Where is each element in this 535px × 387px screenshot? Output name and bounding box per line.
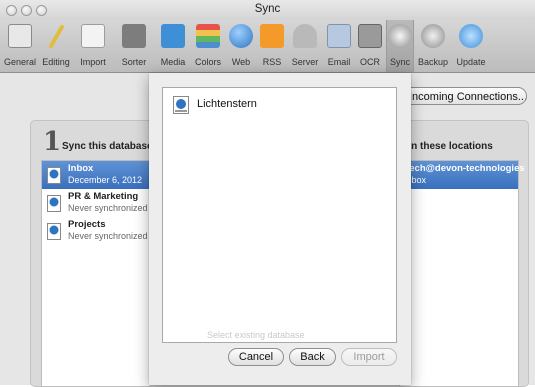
pencil-icon [44,24,68,48]
tab-editing[interactable]: Editing [40,24,72,70]
title-bar: Sync [0,0,535,20]
rss-icon [260,24,284,48]
window-title: Sync [254,3,281,15]
tab-backup[interactable]: Backup [414,24,452,70]
list-item[interactable]: jlech@devon-technologies Inbox [400,161,525,189]
tab-label: General [3,57,37,67]
tab-sync[interactable]: Sync [386,20,414,72]
file-name: Lichtenstern [197,98,257,110]
import-icon [81,24,105,48]
tab-rss[interactable]: RSS [259,24,285,70]
tab-label: Editing [42,57,70,67]
tab-email[interactable]: Email [324,24,354,70]
database-icon [47,167,61,184]
list-item[interactable]: Projects Never synchronized [42,217,150,245]
globe-icon [229,24,253,48]
list-item[interactable]: Inbox December 6, 2012 [42,161,150,189]
tab-label: Backup [417,57,449,67]
list-item-name: Inbox [68,163,94,174]
tab-sorter[interactable]: Sorter [114,24,154,70]
list-item-status: Never synchronized [68,231,148,241]
media-icon [161,24,185,48]
tab-import[interactable]: Import [74,24,112,70]
tab-label: Email [327,57,351,67]
tab-update[interactable]: Update [453,24,489,70]
tab-label: Server [291,57,319,67]
locations-header: ...in these locations [400,141,493,152]
sync-icon [388,24,412,48]
database-list[interactable]: Inbox December 6, 2012 PR & Marketing Ne… [41,160,151,387]
tab-ocr[interactable]: OCR [356,24,384,70]
email-icon [327,24,351,48]
tab-label: Colors [194,57,221,67]
list-item-status: Never synchronized [68,203,148,213]
step-number: 1 [43,127,62,157]
step-text: Sync this database... [62,141,161,152]
list-item-name: PR & Marketing [68,191,139,202]
tab-web[interactable]: Web [228,24,254,70]
sorter-icon [122,24,146,48]
incoming-connections-button[interactable]: Incoming Connections... [398,87,527,105]
tab-label: Import [80,57,106,67]
import-button[interactable]: Import [341,348,397,366]
tab-label: Update [456,57,486,67]
locations-list[interactable]: jlech@devon-technologies Inbox [399,160,525,387]
toolbar: General Editing Import Sorter Media Colo… [0,20,535,73]
back-button[interactable]: Back [289,348,336,366]
tab-label: OCR [360,57,380,67]
list-item-name: Projects [68,219,106,230]
file-list[interactable]: Lichtenstern [162,87,397,343]
tab-media[interactable]: Media [157,24,189,70]
location-name: jlech@devon-technologies [404,163,525,174]
sync-window: Sync General Editing Import Sorter Media… [0,0,535,387]
tab-label: Web [231,57,251,67]
update-icon [459,24,483,48]
server-icon [293,24,317,48]
backup-icon [421,24,445,48]
colors-icon [196,24,220,48]
cancel-button[interactable]: Cancel [228,348,284,366]
tab-colors[interactable]: Colors [190,24,226,70]
tab-general[interactable]: General [2,24,38,70]
tab-server[interactable]: Server [288,24,322,70]
database-icon [47,195,61,212]
general-icon [8,24,32,48]
tab-label: Sorter [121,57,147,67]
database-icon [47,223,61,240]
tab-label: Media [160,57,186,67]
list-item-status: December 6, 2012 [68,175,143,185]
list-item[interactable]: PR & Marketing Never synchronized [42,189,150,217]
ghost-text: Select existing database [207,330,305,340]
ocr-icon [358,24,382,48]
tab-label: RSS [262,57,282,67]
database-icon [173,96,189,119]
tab-label: Sync [389,57,410,67]
